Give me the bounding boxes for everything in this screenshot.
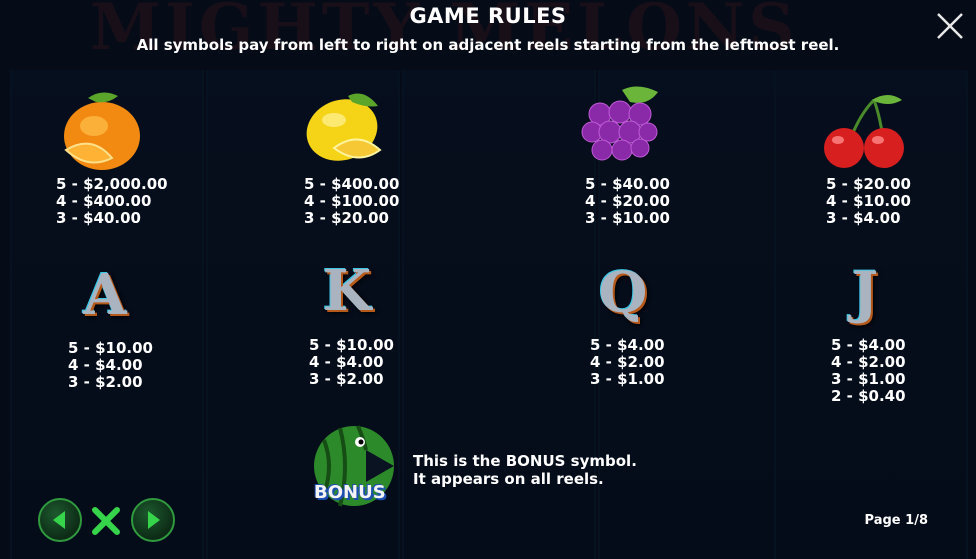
- payout-line: 4 - $4.00: [68, 356, 143, 374]
- cherries-icon: [824, 95, 904, 168]
- next-page-button[interactable]: [131, 498, 175, 542]
- payout-line: 3 - $2.00: [309, 370, 384, 388]
- orange-icon: [64, 92, 140, 170]
- payout-line: 3 - $2.00: [68, 373, 143, 391]
- rules-subtitle: All symbols pay from left to right on ad…: [136, 36, 840, 54]
- exit-rules-button[interactable]: [88, 503, 124, 539]
- payout-line: 5 - $2,000.00: [56, 175, 168, 193]
- payout-line: 3 - $40.00: [56, 209, 141, 227]
- close-button[interactable]: [934, 10, 966, 42]
- rules-panel: GAME RULES All symbols pay from left to …: [0, 0, 976, 559]
- letter-j-icon: J: [851, 260, 879, 326]
- payout-line: 4 - $10.00: [826, 192, 911, 210]
- payout-line: 4 - $20.00: [585, 192, 670, 210]
- payout-line: 3 - $1.00: [590, 370, 665, 388]
- x-icon: [92, 507, 120, 535]
- bonus-icon-label: BONUS: [314, 482, 386, 503]
- bonus-icon: BONUS: [310, 420, 400, 516]
- page-title: GAME RULES: [409, 4, 567, 28]
- payout-line: 4 - $400.00: [56, 192, 152, 210]
- payout-line: 3 - $1.00: [831, 370, 906, 388]
- payout-line: 5 - $10.00: [68, 339, 153, 357]
- payout-line: 4 - $100.00: [304, 192, 400, 210]
- prev-page-button[interactable]: [38, 498, 82, 542]
- payout-line: 5 - $40.00: [585, 175, 670, 193]
- payout-line: 5 - $10.00: [309, 336, 394, 354]
- arrow-right-icon: [148, 511, 160, 529]
- payout-line: 5 - $4.00: [590, 336, 665, 354]
- payout-line: 5 - $20.00: [826, 175, 911, 193]
- payout-line: 3 - $10.00: [585, 209, 670, 227]
- payout-line: 2 - $0.40: [831, 387, 906, 405]
- payout-line: 3 - $20.00: [304, 209, 389, 227]
- payout-line: 5 - $4.00: [831, 336, 906, 354]
- page-indicator: Page 1/8: [864, 513, 928, 528]
- letter-k-icon: K: [322, 258, 372, 324]
- grapes-icon: [581, 86, 658, 161]
- letter-q-icon: Q: [598, 260, 648, 326]
- letter-a-icon: A: [83, 262, 127, 328]
- payout-line: 5 - $400.00: [304, 175, 400, 193]
- bonus-description-line2: It appears on all reels.: [413, 470, 604, 488]
- payout-line: 4 - $2.00: [590, 353, 665, 371]
- arrow-left-icon: [53, 511, 65, 529]
- payout-line: 3 - $4.00: [826, 209, 901, 227]
- payout-line: 4 - $4.00: [309, 353, 384, 371]
- close-icon: [937, 13, 963, 39]
- bonus-description-line1: This is the BONUS symbol.: [413, 452, 637, 470]
- lemon-icon: [306, 93, 382, 161]
- payout-line: 4 - $2.00: [831, 353, 906, 371]
